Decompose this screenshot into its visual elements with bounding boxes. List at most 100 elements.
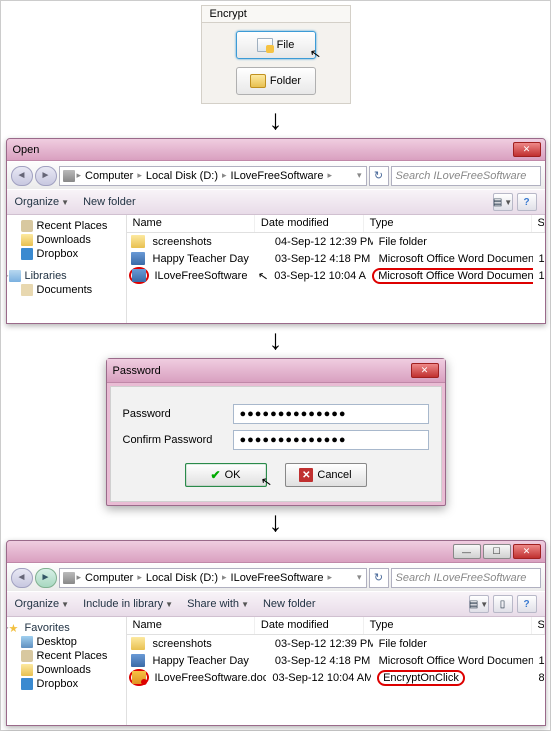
breadcrumb[interactable]: Computer [83,170,135,182]
minimize-button[interactable]: — [453,544,481,559]
column-header-date[interactable]: Date modified [255,617,364,634]
sidebar-item-desktop[interactable]: Desktop [7,635,126,649]
table-row[interactable]: Happy Teacher Day 03-Sep-12 4:18 PM Micr… [127,250,545,267]
breadcrumb[interactable]: ILoveFreeSoftware [229,572,326,584]
dropbox-icon [21,678,33,690]
breadcrumb[interactable]: Local Disk (D:) [144,572,220,584]
table-row[interactable]: screenshots 04-Sep-12 12:39 PM File fold… [127,233,545,250]
column-header-size[interactable]: Size [532,617,545,634]
window-title: Open [11,144,513,156]
sidebar-item-recent[interactable]: Recent Places [7,219,126,233]
cancel-button[interactable]: ✕ Cancel [285,463,367,487]
column-header-size[interactable]: Size [532,215,545,232]
help-button[interactable]: ? [517,193,537,211]
chevron-right-icon: ▸ [76,170,83,181]
file-size: 13 KB [533,653,545,669]
view-options-button[interactable]: ▤▼ [493,193,513,211]
cursor-icon: ↖ [308,45,322,63]
file-size [533,240,545,244]
chevron-right-icon: ▸ [76,572,83,583]
sidebar-item-downloads[interactable]: Downloads [7,233,126,247]
refresh-button[interactable]: ↻ [369,568,389,588]
search-input[interactable]: Search ILoveFreeSoftware [391,166,541,186]
dropbox-icon [21,248,33,260]
chevron-right-icon: ▸ [221,170,228,181]
file-date: 03-Sep-12 10:04 AM [266,670,371,686]
encrypt-folder-button[interactable]: Folder [236,67,316,95]
sidebar-group-favorites[interactable]: ▸★Favorites [7,621,126,635]
table-row[interactable]: screenshots 03-Sep-12 12:39 PM File fold… [127,635,545,652]
nav-back-button[interactable]: ◄ [11,166,33,186]
password-input[interactable] [233,404,429,424]
file-date: 04-Sep-12 12:39 PM [269,234,373,250]
address-bar[interactable]: ▸ Computer ▸ Local Disk (D:) ▸ ILoveFree… [59,568,367,588]
table-row[interactable]: ILoveFreeSoftware ↖ 03-Sep-12 10:04 AM M… [127,267,545,284]
close-button[interactable]: ✕ [411,363,439,378]
check-icon: ✔ [211,468,221,482]
organize-menu[interactable]: Organize▼ [15,598,70,610]
include-in-library-menu[interactable]: Include in library▼ [83,598,173,610]
search-input[interactable]: Search ILoveFreeSoftware [391,568,541,588]
nav-back-button[interactable]: ◄ [11,568,33,588]
ok-label: OK [225,469,241,481]
breadcrumb[interactable]: Local Disk (D:) [144,170,220,182]
chevron-right-icon: ▸ [326,572,333,583]
column-header-date[interactable]: Date modified [255,215,364,232]
column-header-name[interactable]: Name [127,617,255,634]
file-size [533,642,545,646]
file-name: Happy Teacher Day [147,653,269,669]
breadcrumb[interactable]: ILoveFreeSoftware [229,170,326,182]
new-folder-button[interactable]: New folder [263,598,316,610]
file-list: Name Date modified Type Size screenshots… [127,215,545,323]
downloads-icon [21,234,33,246]
cancel-label: Cancel [317,469,351,481]
close-button[interactable]: ✕ [513,544,541,559]
encrypt-file-button[interactable]: File ↖ [236,31,316,59]
close-button[interactable]: ✕ [513,142,541,157]
preview-pane-button[interactable]: ▯ [493,595,513,613]
view-options-button[interactable]: ▤▼ [469,595,489,613]
organize-menu[interactable]: Organize▼ [15,196,70,208]
confirm-password-input[interactable] [233,430,429,450]
maximize-button[interactable]: ☐ [483,544,511,559]
nav-forward-button[interactable]: ► [35,568,57,588]
column-header-name[interactable]: Name [127,215,255,232]
file-list: Name Date modified Type Size screenshots… [127,617,545,725]
titlebar: — ☐ ✕ [7,541,545,563]
file-date: 03-Sep-12 10:04 AM [268,268,366,284]
folder-icon [250,74,266,88]
table-row[interactable]: ILoveFreeSoftware.docx 03-Sep-12 10:04 A… [127,669,545,686]
file-type: EncryptOnClick [371,668,532,688]
highlight-circle [129,267,149,284]
sidebar-item-dropbox[interactable]: Dropbox [7,247,126,261]
table-row[interactable]: Happy Teacher Day 03-Sep-12 4:18 PM Micr… [127,652,545,669]
chevron-down-icon[interactable]: ▾ [356,572,363,583]
address-bar[interactable]: ▸ Computer ▸ Local Disk (D:) ▸ ILoveFree… [59,166,367,186]
libraries-icon [9,270,21,282]
sidebar-item-recent[interactable]: Recent Places [7,649,126,663]
ok-button[interactable]: ✔ OK ↖ [185,463,267,487]
column-header-type[interactable]: Type [364,215,532,232]
file-type: Microsoft Office Word Document [373,653,533,669]
new-folder-button[interactable]: New folder [83,196,136,208]
drive-icon [63,572,75,584]
sidebar-group-libraries[interactable]: ▸Libraries [7,269,126,283]
share-with-menu[interactable]: Share with▼ [187,598,249,610]
cross-icon: ✕ [299,468,313,482]
column-header-type[interactable]: Type [364,617,532,634]
refresh-button[interactable]: ↻ [369,166,389,186]
sidebar-item-downloads[interactable]: Downloads [7,663,126,677]
file-date: 03-Sep-12 4:18 PM [269,653,373,669]
word-doc-icon [131,654,145,667]
file-type: File folder [373,636,533,652]
sidebar-item-documents[interactable]: Documents [7,283,126,297]
chevron-right-icon: ▸ [136,170,143,181]
encrypt-folder-label: Folder [270,75,301,87]
chevron-down-icon[interactable]: ▾ [356,170,363,181]
sidebar-item-dropbox[interactable]: Dropbox [7,677,126,691]
file-size: 8 KB [532,670,544,686]
nav-forward-button[interactable]: ► [35,166,57,186]
breadcrumb[interactable]: Computer [83,572,135,584]
help-button[interactable]: ? [517,595,537,613]
recent-places-icon [21,220,33,232]
